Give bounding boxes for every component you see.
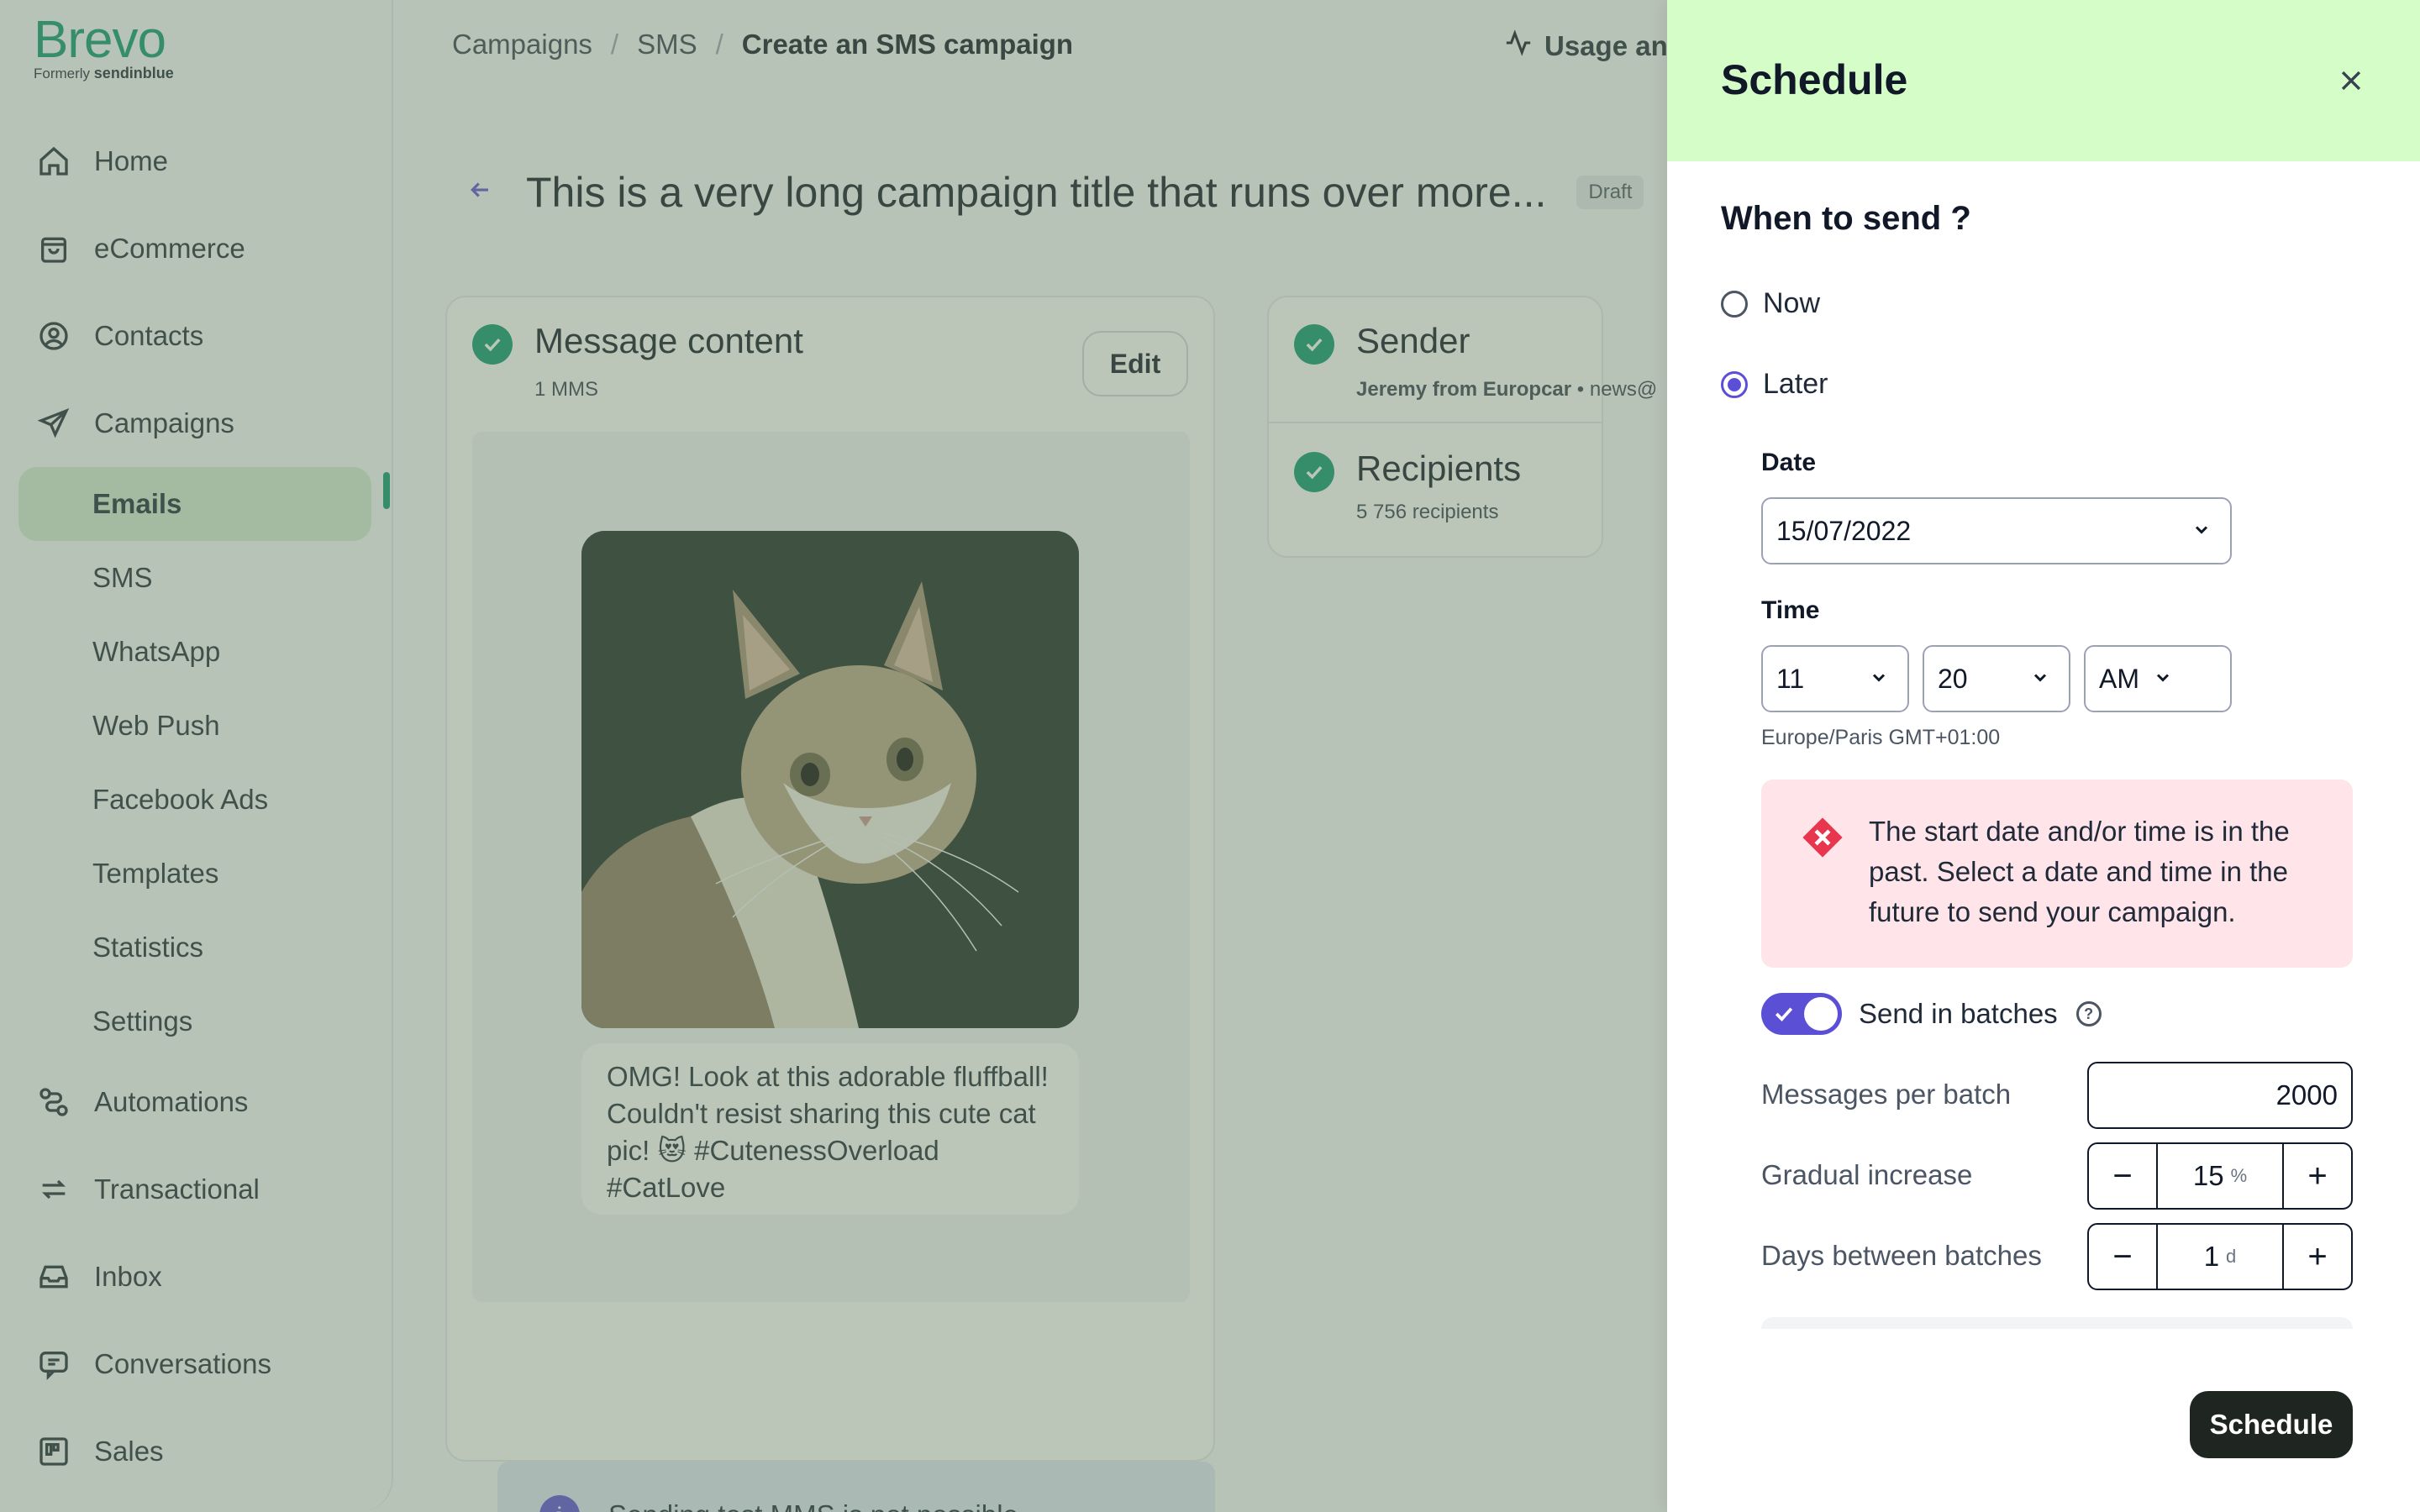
ampm-select[interactable]: AM — [2084, 645, 2232, 712]
increment-button[interactable]: + — [2284, 1225, 2351, 1289]
when-to-send-heading: When to send ? — [1721, 200, 1971, 237]
batches-label: Send in batches — [1859, 998, 2058, 1029]
ampm-value: AM — [2099, 663, 2139, 694]
days-between-label: Days between batches — [1761, 1240, 2042, 1271]
time-label: Time — [1761, 596, 1820, 624]
stepper-value[interactable]: 15 % — [2156, 1144, 2284, 1208]
chevron-down-icon — [2191, 516, 2212, 547]
close-icon[interactable] — [2331, 60, 2371, 101]
toggle-knob — [1804, 997, 1838, 1031]
percent-unit: % — [2230, 1165, 2248, 1186]
modal-backdrop[interactable] — [0, 0, 1667, 1512]
decrement-button[interactable]: − — [2089, 1225, 2156, 1289]
gradual-increase-value: 15 — [2192, 1160, 2224, 1191]
schedule-button[interactable]: Schedule — [2190, 1391, 2353, 1458]
schedule-drawer: Schedule When to send ? Now Later Date 1… — [1667, 0, 2420, 1512]
days-between-stepper: − 1 d + — [2087, 1223, 2353, 1290]
scroll-fade — [1761, 1317, 2353, 1329]
radio-button[interactable] — [1721, 370, 1748, 398]
error-icon — [1800, 815, 1845, 864]
chevron-down-icon — [2030, 664, 2050, 695]
gradual-increase-label: Gradual increase — [1761, 1159, 1973, 1190]
increment-button[interactable]: + — [2284, 1144, 2351, 1208]
drawer-title: Schedule — [1721, 56, 1908, 103]
messages-per-batch-label: Messages per batch — [1761, 1079, 2012, 1110]
radio-label: Later — [1763, 368, 1828, 400]
hour-value: 11 — [1776, 663, 1805, 694]
error-message: The start date and/or time is in the pas… — [1869, 816, 2290, 927]
radio-button[interactable] — [1721, 290, 1748, 318]
minute-value: 20 — [1938, 663, 1968, 694]
radio-now[interactable]: Now — [1721, 287, 1820, 320]
help-icon[interactable]: ? — [2075, 1001, 2102, 1026]
radio-later[interactable]: Later — [1721, 368, 1828, 401]
decrement-button[interactable]: − — [2089, 1144, 2156, 1208]
stepper-value[interactable]: 1 d — [2156, 1225, 2284, 1289]
days-unit: d — [2226, 1246, 2237, 1267]
error-alert: The start date and/or time is in the pas… — [1761, 780, 2353, 968]
date-label: Date — [1761, 449, 1817, 476]
timezone-text: Europe/Paris GMT+01:00 — [1761, 726, 2001, 749]
radio-label: Now — [1763, 287, 1821, 319]
send-in-batches-row: Send in batches ? — [1761, 993, 2102, 1035]
check-icon — [1771, 1001, 1797, 1033]
minute-select[interactable]: 20 — [1923, 645, 2070, 712]
chevron-down-icon — [2153, 664, 2173, 695]
batches-toggle[interactable] — [1761, 993, 1842, 1035]
date-value: 15/07/2022 — [1776, 515, 1912, 546]
messages-per-batch-input[interactable]: 2000 — [2087, 1062, 2353, 1129]
gradual-increase-stepper: − 15 % + — [2087, 1142, 2353, 1210]
drawer-header: Schedule — [1667, 0, 2420, 161]
hour-select[interactable]: 11 — [1761, 645, 1909, 712]
date-select[interactable]: 15/07/2022 — [1761, 497, 2232, 564]
chevron-down-icon — [1869, 664, 1889, 695]
days-between-value: 1 — [2203, 1241, 2220, 1272]
